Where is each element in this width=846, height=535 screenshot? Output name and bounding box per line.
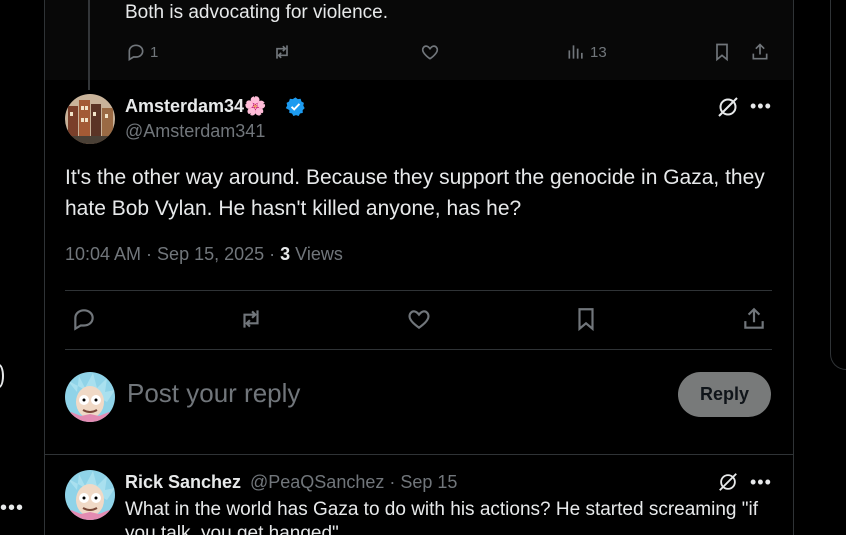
views-number: 3 <box>280 244 291 264</box>
reply-icon <box>74 309 94 331</box>
share-action[interactable] <box>750 42 770 62</box>
bookmark-button[interactable] <box>573 306 599 337</box>
more-icon[interactable]: ••• <box>750 96 772 117</box>
grok-button[interactable] <box>716 95 740 124</box>
grok-icon <box>718 97 738 117</box>
avatar[interactable] <box>65 94 115 144</box>
repost-icon <box>276 45 288 59</box>
bookmark-icon <box>716 43 728 62</box>
share-button[interactable] <box>741 306 767 337</box>
my-avatar[interactable] <box>65 372 115 422</box>
reply-count: 1 <box>150 43 159 61</box>
divider <box>65 290 772 291</box>
like-action[interactable] <box>420 42 440 62</box>
nav-more-icon[interactable]: ••• <box>0 497 24 520</box>
reply-display-name[interactable]: Rick Sanchez <box>125 472 241 493</box>
handle[interactable]: @Amsterdam341 <box>125 121 265 142</box>
reply-grok-button[interactable] <box>717 471 739 498</box>
tweet-meta: 10:04 AM · Sep 15, 2025 · 3 Views <box>65 244 343 265</box>
bookmark-action[interactable] <box>712 42 732 62</box>
thread-line <box>88 0 90 90</box>
reply-text: What in the world has Gaza to do with hi… <box>125 499 758 535</box>
reply-handle-date[interactable]: @PeaQSanchez · Sep 15 <box>250 472 457 493</box>
reply-action[interactable]: 1 <box>126 42 158 62</box>
bookmark-icon <box>578 308 594 332</box>
repost-action[interactable] <box>272 42 292 62</box>
repost-icon <box>243 310 259 328</box>
tweet-text: It's the other way around. Because they … <box>65 166 765 220</box>
reply-button[interactable] <box>71 306 97 337</box>
tweet-timestamp[interactable]: 10:04 AM · Sep 15, 2025 · <box>65 244 280 264</box>
reply-submit-button[interactable]: Reply <box>678 372 771 417</box>
reply-more-icon[interactable]: ••• <box>750 472 772 493</box>
reply-input[interactable]: Post your reply <box>127 378 300 409</box>
like-button[interactable] <box>406 306 432 337</box>
share-icon <box>744 307 764 329</box>
display-name[interactable]: Amsterdam34🌸 <box>125 96 266 117</box>
reply-avatar[interactable] <box>65 470 115 520</box>
verified-icon <box>285 96 306 117</box>
previous-tweet-text: Both is advocating for violence. <box>125 2 388 23</box>
like-icon <box>408 310 430 329</box>
nav-icon-fragment[interactable] <box>0 364 4 388</box>
views-action[interactable]: 13 <box>566 42 607 62</box>
section-divider <box>45 454 793 455</box>
share-icon <box>752 43 768 60</box>
views-count: 13 <box>590 43 607 61</box>
sidebar-card-edge <box>830 0 846 370</box>
like-icon <box>421 45 439 60</box>
views-label: Views <box>290 244 343 264</box>
repost-button[interactable] <box>238 306 264 337</box>
grok-icon <box>719 473 737 491</box>
reply-icon <box>128 44 144 61</box>
divider <box>65 349 772 350</box>
views-icon <box>568 45 583 59</box>
